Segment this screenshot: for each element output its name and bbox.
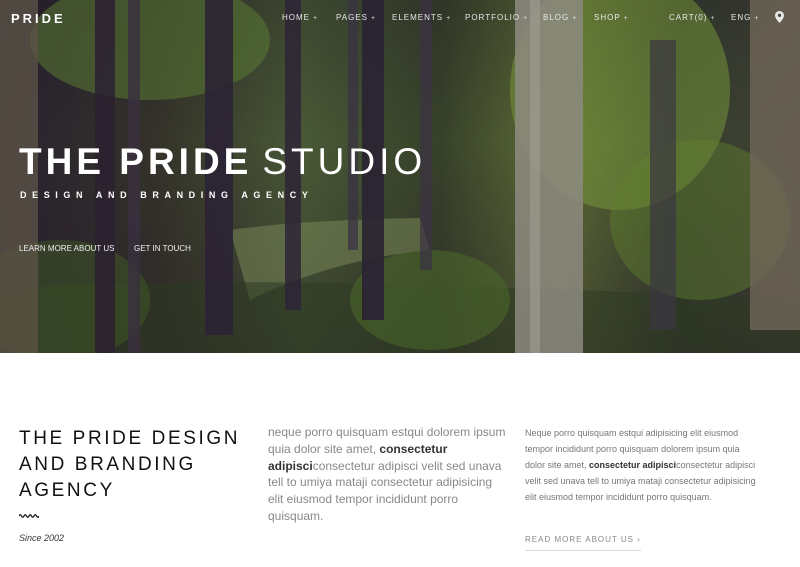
plus-icon: + — [313, 15, 319, 22]
plus-icon: + — [754, 15, 760, 22]
nav-blog-label: BLOG — [543, 13, 570, 22]
nav-shop-label: SHOP — [594, 13, 621, 22]
plus-icon: + — [370, 15, 377, 22]
plus-icon: + — [623, 15, 629, 22]
nav-home[interactable]: HOME + — [282, 13, 318, 22]
plus-icon: + — [572, 15, 578, 22]
lead-paragraph: neque porro quisquam estqui dolorem ipsu… — [268, 424, 508, 525]
body-paragraph: Neque porro quisquam estqui adipisicing … — [525, 425, 760, 505]
about-title: THE PRIDE DESIGN AND BRANDING AGENCY — [19, 428, 241, 501]
learn-more-link[interactable]: LEARN MORE ABOUT US — [19, 244, 114, 253]
top-navbar: PRIDE HOME + PAGES + ELEMENTS + PORTFOLIO + … — [0, 0, 800, 36]
since-year: Since 2002 — [19, 533, 65, 543]
hero-section: PRIDE HOME + PAGES + ELEMENTS + PORTFOLIO + … — [0, 0, 800, 353]
nav-cart[interactable]: CART(0) + — [669, 13, 716, 22]
nav-pages-label: PAGES — [336, 13, 368, 22]
nav-home-label: HOME — [282, 13, 310, 22]
plus-icon: + — [446, 15, 452, 22]
nav-portfolio[interactable]: PORTFOLIO + — [465, 13, 528, 22]
chevron-right-icon: › — [637, 535, 641, 544]
nav-blog[interactable]: BLOG + — [543, 13, 577, 22]
wavy-divider-icon — [19, 514, 39, 518]
hero-title: THE PRIDE STUDIO — [19, 140, 426, 184]
nav-pages[interactable]: PAGES + — [336, 13, 376, 22]
get-in-touch-link[interactable]: GET IN TOUCH — [134, 244, 191, 253]
plus-icon: + — [523, 15, 529, 22]
about-section: THE PRIDE DESIGN AND BRANDING AGENCY Sin… — [0, 353, 800, 567]
site-logo[interactable]: PRIDE — [11, 11, 66, 26]
hero-title-light: STUDIO — [262, 141, 427, 182]
nav-elements[interactable]: ELEMENTS + — [392, 13, 451, 22]
nav-language-label: ENG — [731, 13, 752, 22]
nav-language[interactable]: ENG + — [731, 13, 759, 22]
nav-portfolio-label: PORTFOLIO — [465, 13, 521, 22]
hero-title-strong: THE PRIDE — [19, 141, 253, 182]
nav-shop[interactable]: SHOP + — [594, 13, 629, 22]
hero-subtitle: DESIGN AND BRANDING AGENCY — [20, 190, 314, 200]
plus-icon: + — [710, 15, 716, 22]
nav-elements-label: ELEMENTS — [392, 13, 444, 22]
body-text-bold: consectetur adipisci — [589, 460, 677, 470]
nav-cart-label: CART(0) — [669, 13, 708, 22]
read-more-label: READ MORE ABOUT US — [525, 535, 634, 544]
read-more-link[interactable]: READ MORE ABOUT US › — [525, 535, 641, 551]
map-pin-icon[interactable] — [775, 11, 784, 23]
